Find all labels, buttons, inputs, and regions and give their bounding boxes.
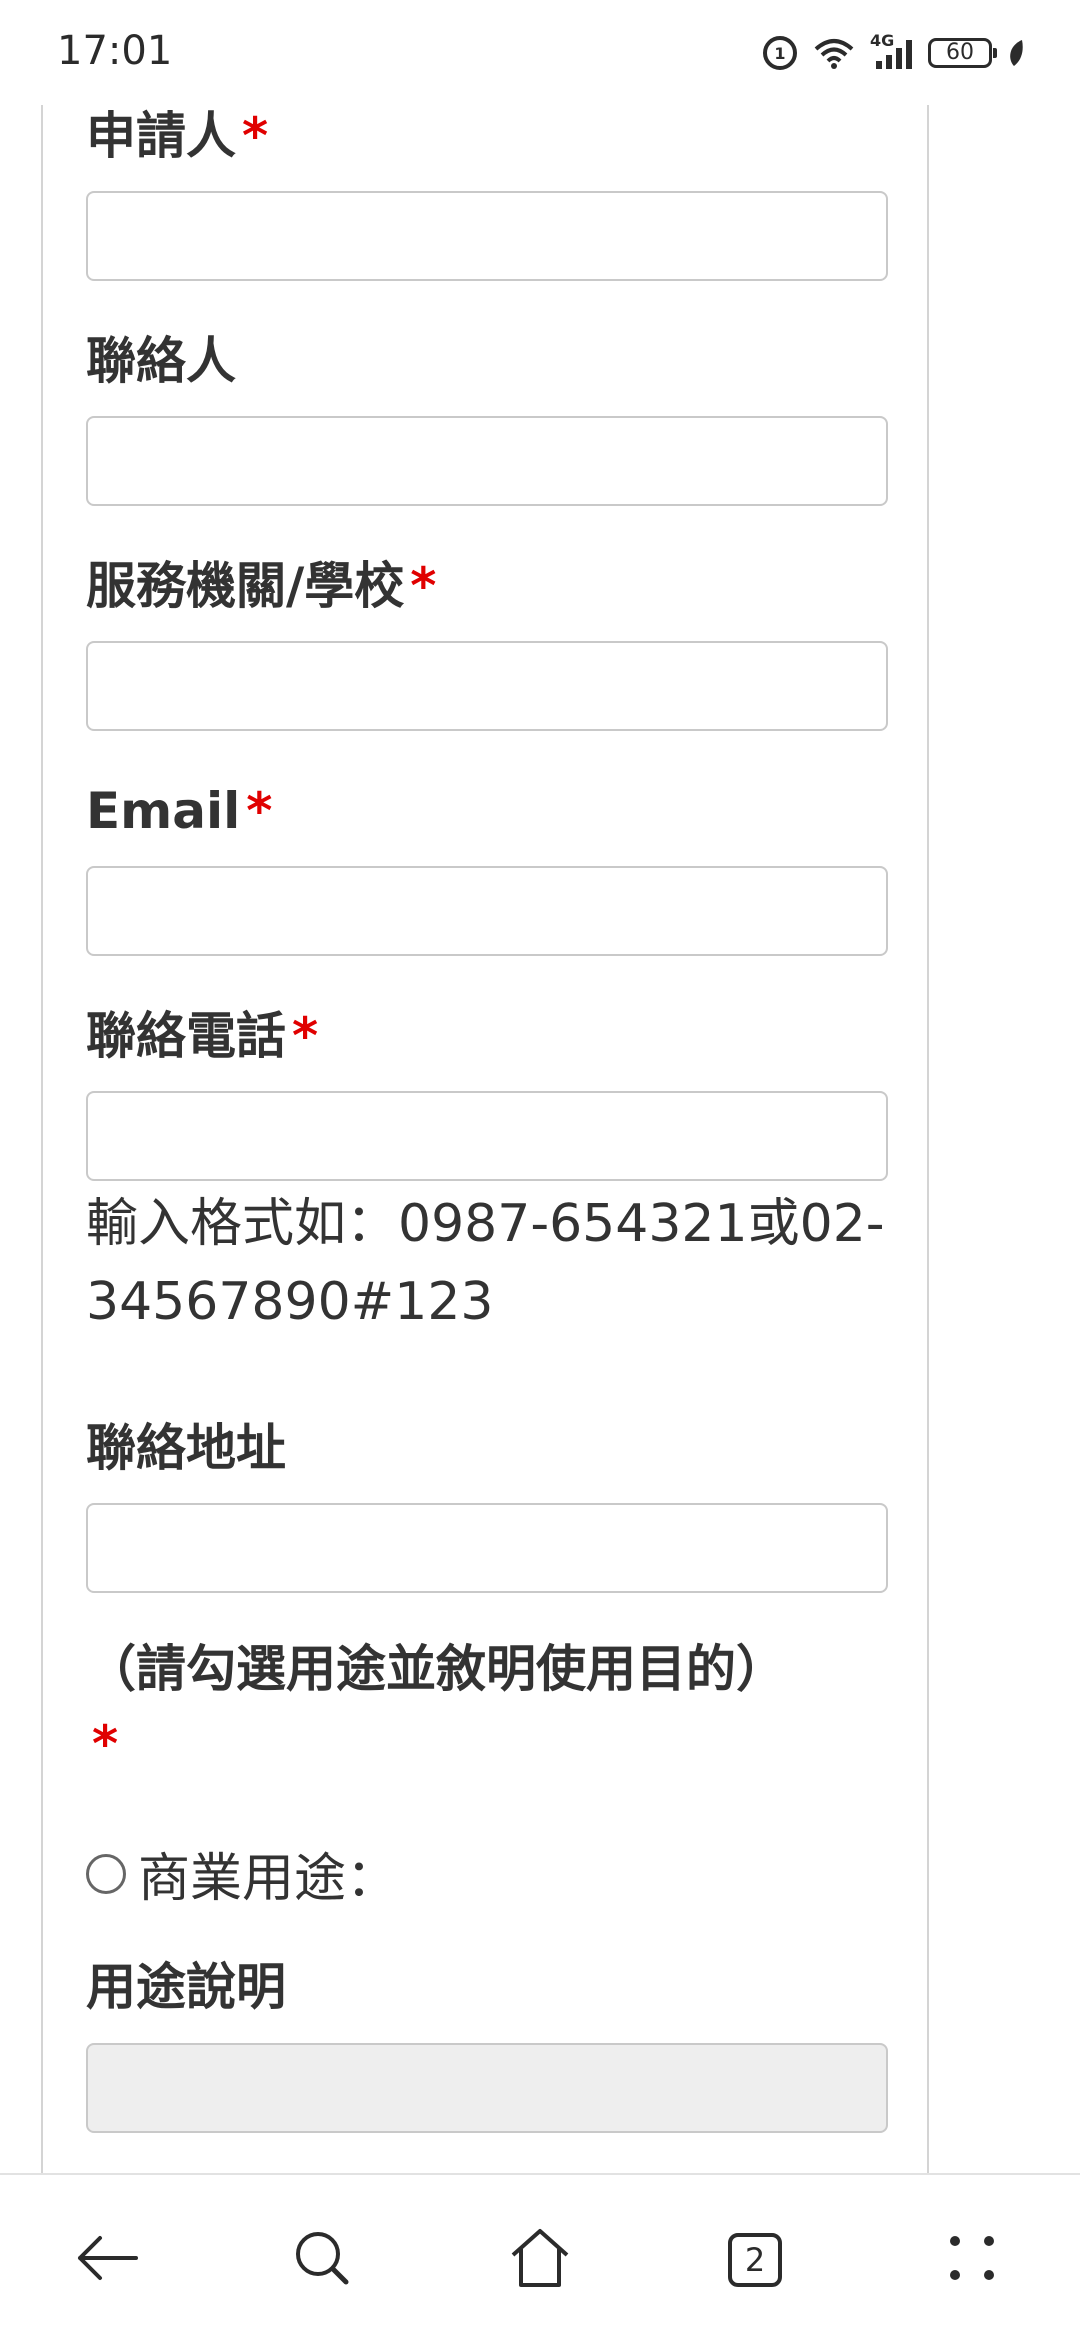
page-content: 申請人 * 聯絡人 服務機關/學校 * Email * 聯絡電話 * 輸入格式如：098…	[0, 105, 1080, 2173]
menu-button[interactable]	[927, 2215, 1017, 2305]
address-input[interactable]	[86, 1503, 888, 1593]
required-mark: *	[92, 1715, 119, 1773]
required-mark: *	[242, 107, 269, 165]
wifi-icon	[812, 35, 856, 71]
status-bar: 17:01 1 4G 60	[0, 0, 1080, 105]
required-mark: *	[410, 557, 437, 615]
home-button[interactable]	[495, 2215, 585, 2305]
cellular-signal-icon: 4G	[870, 31, 914, 71]
applicant-input[interactable]	[86, 191, 888, 281]
search-icon	[290, 2226, 354, 2294]
tabs-icon: 2	[728, 2233, 782, 2287]
contact-person-input[interactable]	[86, 416, 888, 506]
email-input[interactable]	[86, 866, 888, 956]
tabs-button[interactable]: 2	[710, 2215, 800, 2305]
phone-format-hint: 輸入格式如：0987-654321或02-34567890#123	[86, 1194, 885, 1332]
browser-nav-bar: 2	[0, 2173, 1080, 2340]
commercial-use-radio[interactable]	[86, 1853, 126, 1894]
phone-label: 聯絡電話 *	[86, 1007, 319, 1065]
email-label: Email *	[86, 782, 273, 840]
menu-icon	[945, 2231, 999, 2289]
back-button[interactable]	[62, 2215, 152, 2305]
commercial-use-option[interactable]: 商業用途：	[86, 1836, 398, 1911]
required-mark: *	[246, 782, 273, 840]
organization-label: 服務機關/學校 *	[86, 557, 437, 615]
status-icons: 1 4G 60	[762, 30, 1026, 76]
data-saver-icon: 1	[762, 35, 798, 71]
commercial-use-label: 商業用途：	[138, 1849, 399, 1909]
address-label: 聯絡地址	[86, 1419, 286, 1477]
purpose-instruction: （請勾選用途並敘明使用目的） *	[86, 1640, 786, 1773]
leaf-icon	[1006, 38, 1026, 68]
usage-description-input	[86, 2043, 888, 2133]
battery-icon: 60	[928, 38, 997, 68]
svg-text:1: 1	[774, 44, 785, 63]
required-mark: *	[292, 1007, 319, 1065]
network-type: 4G	[870, 31, 895, 50]
back-arrow-icon	[74, 2233, 140, 2287]
search-button[interactable]	[277, 2215, 367, 2305]
application-form: 申請人 * 聯絡人 服務機關/學校 * Email * 聯絡電話 * 輸入格式如：098…	[41, 105, 929, 2173]
applicant-label: 申請人 *	[86, 107, 269, 165]
phone-input[interactable]	[86, 1091, 888, 1181]
contact-person-label: 聯絡人	[86, 332, 236, 390]
status-time: 17:01	[57, 28, 173, 74]
usage-description-label: 用途說明	[86, 1958, 286, 2016]
organization-input[interactable]	[86, 641, 888, 731]
home-icon	[507, 2225, 573, 2295]
